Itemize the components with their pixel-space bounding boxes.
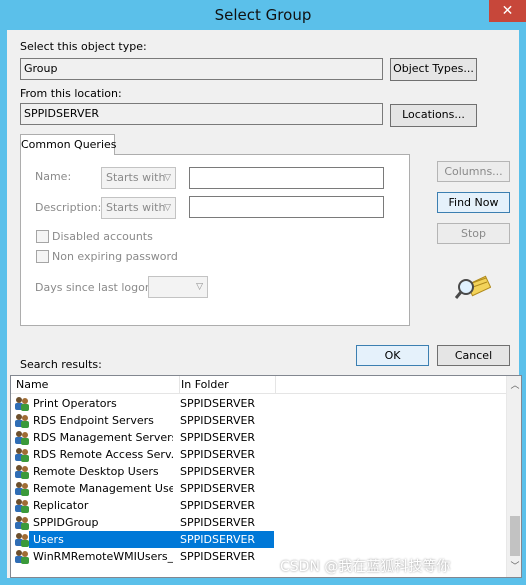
users-group-icon — [14, 464, 30, 479]
disabled-accounts-checkbox[interactable] — [36, 230, 49, 243]
tab-common-queries[interactable]: Common Queries — [20, 134, 117, 155]
row-name: RDS Remote Access Serv... — [33, 448, 173, 461]
scrollbar-thumb[interactable] — [510, 516, 520, 556]
description-input[interactable] — [189, 196, 384, 218]
search-results-label: Search results: — [20, 358, 102, 371]
table-row[interactable]: RDS Remote Access Serv... SPPIDSERVER — [11, 446, 506, 463]
table-row[interactable]: RDS Endpoint Servers SPPIDSERVER — [11, 412, 506, 429]
users-group-icon — [14, 532, 30, 547]
table-row[interactable]: Remote Desktop Users SPPIDSERVER — [11, 463, 506, 480]
row-folder: SPPIDSERVER — [180, 465, 256, 478]
users-group-icon — [14, 481, 30, 496]
row-folder: SPPIDSERVER — [180, 397, 256, 410]
name-mode-value: Starts with — [106, 171, 166, 184]
days-since-logon-select[interactable]: ▽ — [148, 276, 208, 298]
row-name: RDS Endpoint Servers — [33, 414, 154, 427]
column-header-name[interactable]: Name — [11, 376, 180, 394]
row-name: Remote Desktop Users — [33, 465, 159, 478]
watermark: CSDN @我在蓝狐科技等你 — [280, 559, 451, 575]
table-row[interactable]: Users SPPIDSERVER — [11, 531, 506, 548]
vertical-scrollbar[interactable]: ︿ ﹀ — [506, 376, 521, 577]
location-label: From this location: — [20, 87, 122, 100]
row-folder: SPPIDSERVER — [180, 431, 256, 444]
users-group-icon — [14, 413, 30, 428]
users-group-icon — [14, 498, 30, 513]
table-row[interactable]: Replicator SPPIDSERVER — [11, 497, 506, 514]
chevron-down-icon: ▽ — [164, 203, 171, 213]
row-folder: SPPIDSERVER — [180, 414, 256, 427]
non-expiring-checkbox[interactable] — [36, 250, 49, 263]
users-group-icon — [14, 396, 30, 411]
description-label: Description: — [35, 201, 102, 214]
table-row[interactable]: Remote Management Users SPPIDSERVER — [11, 480, 506, 497]
row-folder: SPPIDSERVER — [180, 499, 256, 512]
row-name: SPPIDGroup — [33, 516, 99, 529]
row-folder: SPPIDSERVER — [180, 550, 256, 563]
ok-button[interactable]: OK — [356, 345, 429, 366]
table-row[interactable]: RDS Management Servers SPPIDSERVER — [11, 429, 506, 446]
scroll-up-arrow-icon[interactable]: ︿ — [507, 378, 521, 394]
row-folder: SPPIDSERVER — [180, 533, 256, 546]
columns-button[interactable]: Columns... — [437, 161, 510, 182]
column-header-folder[interactable]: In Folder — [176, 376, 276, 394]
table-row[interactable]: Print Operators SPPIDSERVER — [11, 395, 506, 412]
non-expiring-label: Non expiring password — [52, 250, 178, 263]
row-name: Replicator — [33, 499, 89, 512]
days-since-logon-label: Days since last logon: — [35, 281, 156, 294]
results-header: Name In Folder — [11, 376, 506, 394]
row-name: Remote Management Users — [33, 482, 173, 495]
cancel-button[interactable]: Cancel — [437, 345, 510, 366]
description-mode-value: Starts with — [106, 201, 166, 214]
users-group-icon — [14, 549, 30, 564]
find-now-button[interactable]: Find Now — [437, 192, 510, 213]
chevron-down-icon: ▽ — [196, 282, 203, 292]
disabled-accounts-label: Disabled accounts — [52, 230, 153, 243]
close-button[interactable]: ✕ — [489, 0, 526, 22]
stop-button[interactable]: Stop — [437, 223, 510, 244]
object-type-field: Group — [20, 58, 383, 80]
search-magnifier-icon — [454, 270, 492, 300]
results-rows: Print Operators SPPIDSERVER RDS Endpoint S… — [11, 395, 506, 577]
row-folder: SPPIDSERVER — [180, 482, 256, 495]
table-row[interactable]: SPPIDGroup SPPIDSERVER — [11, 514, 506, 531]
row-folder: SPPIDSERVER — [180, 516, 256, 529]
name-input[interactable] — [189, 167, 384, 189]
row-name: RDS Management Servers — [33, 431, 173, 444]
row-name: Print Operators — [33, 397, 117, 410]
chevron-down-icon: ▽ — [164, 173, 171, 183]
object-types-button[interactable]: Object Types... — [390, 58, 477, 81]
object-type-label: Select this object type: — [20, 40, 147, 53]
window-title: Select Group — [214, 6, 312, 24]
scroll-down-arrow-icon[interactable]: ﹀ — [507, 559, 521, 575]
location-field: SPPIDSERVER — [20, 103, 383, 125]
row-name: WinRMRemoteWMIUsers__ — [33, 550, 173, 563]
users-group-icon — [14, 430, 30, 445]
description-mode-select[interactable]: Starts with ▽ — [101, 197, 176, 219]
users-group-icon — [14, 515, 30, 530]
row-name: Users — [33, 533, 64, 546]
users-group-icon — [14, 447, 30, 462]
name-label: Name: — [35, 170, 72, 183]
search-results-list[interactable]: Name In Folder Print Operators SPPIDSERVE… — [10, 375, 522, 578]
row-folder: SPPIDSERVER — [180, 448, 256, 461]
locations-button[interactable]: Locations... — [390, 104, 477, 127]
name-mode-select[interactable]: Starts with ▽ — [101, 167, 176, 189]
